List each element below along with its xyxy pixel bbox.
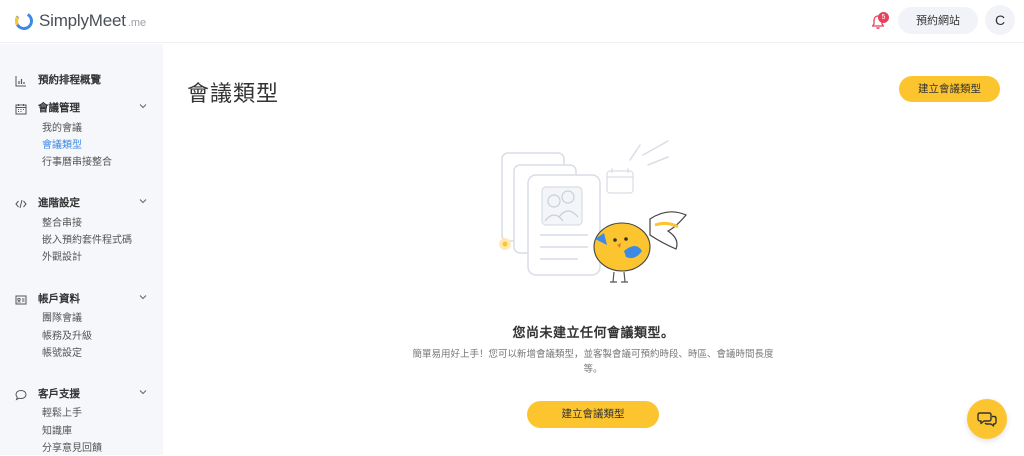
sidebar-item-feedback[interactable]: 分享意見回饋	[42, 442, 102, 456]
sidebar-item-my-meetings[interactable]: 我的會議	[42, 122, 82, 136]
page-title: 會議類型	[187, 82, 280, 107]
sidebar-section-title: 客戶支援	[38, 388, 80, 400]
logo-suffix: .me	[127, 17, 147, 29]
code-icon	[15, 195, 27, 209]
sidebar-section-overview[interactable]: 預約排程概覽	[0, 69, 163, 89]
chevron-down-icon	[139, 295, 147, 300]
support-chat-button[interactable]	[967, 399, 1007, 439]
chevron-down-icon	[139, 199, 147, 204]
chevron-down-icon	[139, 104, 147, 109]
sidebar-section-advanced[interactable]: 進階設定	[0, 192, 163, 212]
sidebar-item-integrations[interactable]: 整合串接	[42, 217, 82, 231]
sidebar: 預約排程概覽 會議管理 我的會議 會議類型 行事曆串接整合 進階設定 整合串接 …	[0, 44, 163, 455]
bar-chart-icon	[15, 72, 27, 87]
logo-text: SimplyMeet	[39, 11, 126, 30]
chat-icon	[977, 412, 997, 427]
empty-state-description: 簡單易用好上手！您可以新增會議類型，並客製會議可預約時段、時區、會議時間長度等。	[412, 349, 774, 375]
create-meeting-type-button[interactable]: 建立會議類型	[899, 76, 1000, 102]
sidebar-item-getting-started[interactable]: 輕鬆上手	[42, 407, 82, 421]
sidebar-item-knowledge-base[interactable]: 知識庫	[42, 425, 72, 439]
calendar-icon	[15, 100, 27, 115]
chevron-down-icon	[139, 390, 147, 395]
chat-bubble-icon	[15, 386, 27, 401]
sidebar-section-title: 進階設定	[38, 197, 80, 209]
sidebar-section-title: 會議管理	[38, 102, 80, 114]
top-header: SimplyMeet .me 5 預約網站 C	[0, 0, 1024, 43]
logo-ring-icon	[14, 12, 33, 30]
sidebar-item-calendar-integration[interactable]: 行事曆串接整合	[42, 156, 112, 170]
sidebar-item-meeting-types[interactable]: 會議類型	[42, 139, 82, 153]
id-card-icon	[15, 291, 27, 305]
simplymeet-logo[interactable]: SimplyMeet .me	[14, 10, 146, 32]
sidebar-section-meetings[interactable]: 會議管理	[0, 97, 163, 117]
create-meeting-type-empty-button[interactable]: 建立會議類型	[527, 401, 659, 428]
user-avatar[interactable]: C	[985, 5, 1015, 35]
sidebar-section-title: 帳戶資料	[38, 293, 80, 305]
empty-state-title: 您尚未建立任何會議類型。	[512, 326, 675, 341]
sidebar-section-support[interactable]: 客戶支援	[0, 383, 163, 403]
notifications-button[interactable]: 5	[870, 12, 889, 30]
sidebar-item-appearance[interactable]: 外觀設計	[42, 251, 82, 265]
sidebar-item-account-settings[interactable]: 帳號設定	[42, 347, 82, 361]
sidebar-section-account[interactable]: 帳戶資料	[0, 288, 163, 308]
empty-state-illustration	[490, 135, 700, 293]
notification-count-badge: 5	[878, 12, 889, 23]
sidebar-item-embed-code[interactable]: 嵌入預約套件程式碼	[42, 234, 132, 248]
sidebar-section-title: 預約排程概覽	[38, 74, 101, 86]
booking-site-button[interactable]: 預約網站	[898, 7, 978, 34]
